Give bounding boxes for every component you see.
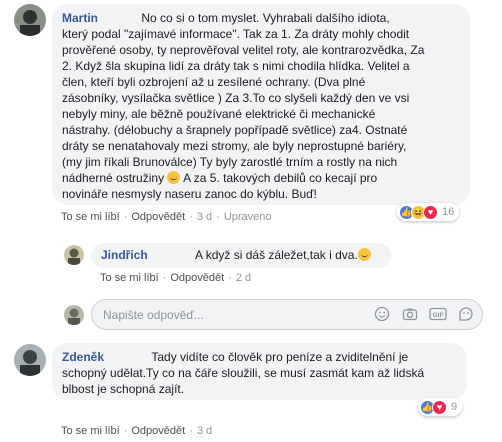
smiley-emoji-icon: [167, 171, 181, 184]
reply-link[interactable]: Odpovědět: [131, 425, 185, 437]
gif-icon[interactable]: GIF: [429, 306, 447, 325]
comment-text-line: který podal "zajímavé informace". Tak za…: [62, 27, 410, 41]
comment-actions-jindrich: To se mi líbí · Odpovědět · 2 d: [100, 272, 251, 284]
timestamp[interactable]: 3 d: [197, 211, 212, 223]
avatar-current-user: [64, 305, 84, 325]
reaction-count: 9: [451, 401, 458, 413]
like-link[interactable]: To se mi líbí: [61, 425, 120, 437]
comment-actions-martin: To se mi líbí · Odpovědět · 3 d · Upraveno: [61, 211, 272, 223]
avatar-martin[interactable]: [14, 4, 46, 36]
avatar-jindrich-image: [64, 245, 84, 265]
reply-input[interactable]: Napište odpověď... GIF: [91, 299, 483, 330]
comment-text-line: zásobníky, vysílačka světlice ) Za 3.To …: [62, 91, 410, 105]
avatar-current-user-image: [64, 305, 84, 325]
smiley-icon[interactable]: [374, 306, 390, 325]
comment-text-line: No co si o tom myslet. Vyhrabali dalšího…: [141, 11, 390, 25]
love-reaction-icon: ♥: [423, 204, 438, 220]
reaction-count: 16: [442, 206, 455, 218]
comment-author[interactable]: Zdeněk: [62, 350, 104, 364]
avatar-zdenek[interactable]: [14, 344, 46, 376]
comment-text-line: člen, kteří byli ozbrojení až u zesílené…: [62, 75, 366, 89]
like-link[interactable]: To se mi líbí: [100, 272, 159, 284]
comment-author[interactable]: Martin: [62, 11, 98, 25]
comment-text: A když si dáš záležet,tak i dva.: [195, 248, 358, 262]
separator-dot: ·: [228, 272, 232, 284]
separator-dot: ·: [189, 425, 193, 437]
timestamp[interactable]: 3 d: [197, 425, 212, 437]
comment-text-line: prověřené osoby, ty neprověřoval velitel…: [62, 43, 425, 57]
separator-dot: ·: [216, 211, 220, 223]
avatar-zdenek-image: [14, 344, 46, 376]
reactions-summary-zdenek[interactable]: 👍 ♥ 9: [418, 398, 463, 416]
sticker-icon[interactable]: [458, 306, 474, 325]
comment-author[interactable]: Jindřich: [101, 248, 148, 262]
comment-text-line: A za 5. takových debilů co kecají pro: [180, 171, 378, 185]
separator-dot: ·: [189, 211, 193, 223]
comment-bubble-zdenek: Zdeněk Tady vidíte co člověk pro peníze …: [52, 343, 467, 400]
smiley-emoji-icon: [357, 248, 371, 261]
reply-link[interactable]: Odpovědět: [131, 211, 185, 223]
comment-bubble-martin: Martin No co si o tom myslet. Vyhrabali …: [52, 4, 470, 205]
reactions-summary-martin[interactable]: 👍 😆 ♥ 16: [397, 203, 460, 221]
comment-text-line: blbost je schopná zajít.: [62, 382, 185, 396]
comment-text-line: nebyly miny, ale běžně používané elektri…: [62, 107, 376, 121]
comment-text-line: 2. Když šla skupina lidí za dráty tak s …: [62, 59, 410, 73]
avatar-jindrich[interactable]: [64, 245, 84, 265]
comment-bubble-jindrich: Jindřich A když si dáš záležet,tak i dva…: [91, 243, 391, 268]
comment-text-line: dráty se nenatahovaly mezi stromy, ale b…: [62, 139, 407, 153]
comment-text-line: (my jim říkali Brunoválce) Ty byly zaros…: [62, 155, 398, 169]
timestamp[interactable]: 2 d: [236, 272, 251, 284]
comment-text-line: schopný udělat.Ty co na čáře sloužili, s…: [62, 366, 425, 380]
love-reaction-icon: ♥: [432, 399, 447, 415]
reply-placeholder: Napište odpověď...: [103, 308, 204, 322]
avatar-martin-image: [14, 4, 46, 36]
edited-label[interactable]: Upraveno: [224, 211, 272, 223]
separator-dot: ·: [123, 211, 128, 223]
camera-icon[interactable]: [402, 306, 418, 325]
separator-dot: ·: [162, 272, 167, 284]
comment-text-line: nástrahy. (délobuchy a šrapnely popřípad…: [62, 123, 408, 137]
svg-text:GIF: GIF: [433, 312, 444, 319]
comment-text-line: novináře nesmysly naseru zanoc do kýblu.…: [62, 187, 317, 201]
comment-text-line: nádherné ostružiny: [62, 171, 165, 185]
comment-actions-zdenek: To se mi líbí · Odpovědět · 3 d: [61, 425, 212, 437]
like-link[interactable]: To se mi líbí: [61, 211, 120, 223]
separator-dot: ·: [123, 425, 128, 437]
comment-text-line: Tady vidíte co člověk pro peníze a zvidi…: [151, 350, 409, 364]
reply-link[interactable]: Odpovědět: [170, 272, 224, 284]
